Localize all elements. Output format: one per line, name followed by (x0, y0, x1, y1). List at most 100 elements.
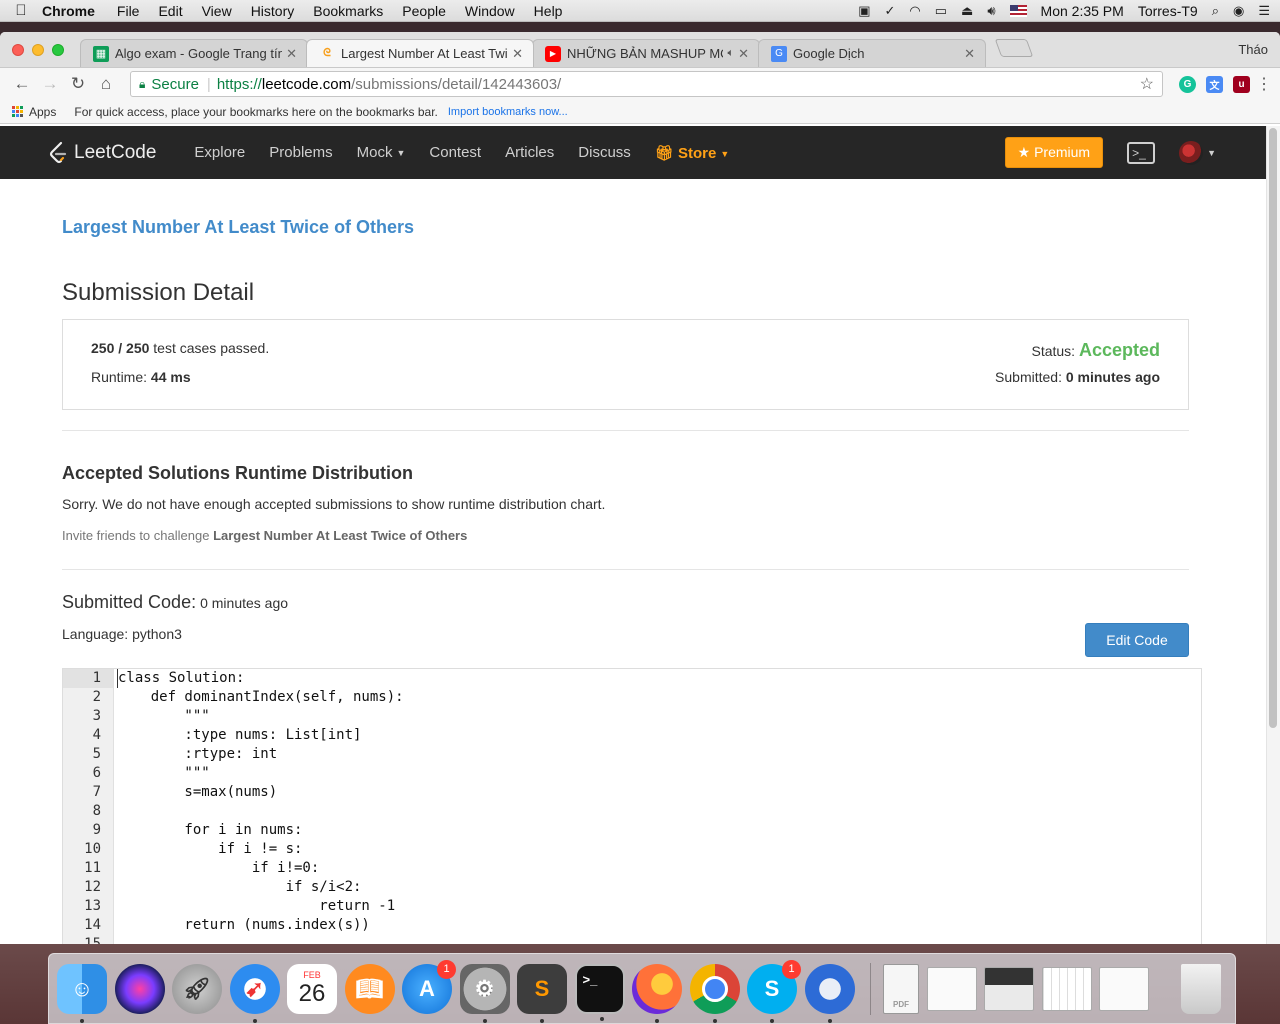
trash-icon[interactable] (1180, 963, 1221, 1014)
new-tab-button[interactable] (994, 39, 1034, 57)
airplay-icon[interactable]: ▭ (935, 3, 947, 19)
close-tab-icon[interactable]: ✕ (738, 46, 749, 62)
code-line[interactable]: """ (117, 707, 1201, 726)
nav-mock[interactable]: Mock ▼ (357, 144, 406, 161)
code-line[interactable]: :rtype: int (117, 745, 1201, 764)
siri-app-icon[interactable] (114, 963, 165, 1014)
code-line[interactable]: if s/i<2: (117, 878, 1201, 897)
menu-history[interactable]: History (251, 3, 295, 19)
skype-icon[interactable]: S1 (747, 959, 801, 1023)
apple-menu-icon[interactable]:  (0, 2, 42, 19)
scrollbar-thumb[interactable] (1269, 128, 1277, 728)
check-circle-icon[interactable]: ✓ (885, 3, 896, 19)
chrome-icon[interactable] (689, 963, 740, 1023)
menu-view[interactable]: View (202, 3, 232, 19)
menu-bookmarks[interactable]: Bookmarks (313, 3, 383, 19)
menu-file[interactable]: File (117, 3, 140, 19)
ibooks-icon[interactable]: 📖︎ (344, 963, 395, 1014)
lock-icon[interactable]: 🔒︎ (139, 77, 145, 92)
minimized-window-thumbnail[interactable] (1041, 966, 1092, 1011)
playground-terminal-icon[interactable]: >_ (1127, 141, 1156, 164)
bookmark-star-icon[interactable]: ☆ (1140, 74, 1154, 94)
menu-edit[interactable]: Edit (158, 3, 182, 19)
sublime-text-icon[interactable]: S (517, 963, 567, 1023)
code-line[interactable]: :type nums: List[int] (117, 726, 1201, 745)
apps-grid-icon[interactable] (12, 106, 23, 117)
invite-problem-link[interactable]: Largest Number At Least Twice of Others (213, 528, 467, 543)
app-store-icon[interactable]: A1 (402, 959, 456, 1014)
audio-playing-icon[interactable]: 🔈︎ (727, 47, 734, 60)
code-line[interactable]: def dominantIndex(self, nums): (117, 688, 1201, 707)
code-line[interactable]: class Solution: (117, 669, 1201, 688)
tab-youtube-mashup[interactable]: ▶ NHỮNG BẢN MASHUP MỚI 🔈︎ ✕ (532, 39, 760, 67)
close-tab-icon[interactable]: ✕ (964, 46, 975, 62)
tab-leetcode[interactable]: ᘓ Largest Number At Least Twice ✕ (306, 39, 534, 67)
docker-icon[interactable]: ▣ (858, 3, 870, 19)
code-line[interactable]: return (nums.index(s)) (117, 916, 1201, 935)
close-tab-icon[interactable]: ✕ (286, 46, 297, 62)
reload-icon[interactable]: ↻ (64, 74, 92, 94)
thunderbird-icon[interactable] (804, 963, 855, 1023)
home-icon[interactable]: ⌂ (92, 74, 120, 94)
user-menu[interactable]: ▼ (1179, 140, 1216, 165)
launchpad-icon[interactable]: 🚀︎ (172, 963, 222, 1014)
app-menu[interactable]: Chrome (42, 3, 95, 19)
menu-help[interactable]: Help (534, 3, 563, 19)
pdf-document-icon[interactable]: PDF (883, 963, 919, 1014)
ublock-extension-icon[interactable]: u (1233, 75, 1250, 93)
status-accepted-link[interactable]: Accepted (1079, 340, 1160, 360)
menu-people[interactable]: People (402, 3, 446, 19)
zoom-window-button[interactable] (52, 44, 64, 56)
finder-icon[interactable]: ☺ (57, 963, 107, 1023)
code-line[interactable]: if i != s: (117, 840, 1201, 859)
eject-icon[interactable]: ⏏ (961, 3, 973, 19)
code-line[interactable] (117, 802, 1201, 821)
code-lines[interactable]: class Solution: def dominantIndex(self, … (114, 669, 1201, 944)
menu-window[interactable]: Window (465, 3, 515, 19)
input-source-flag-icon[interactable] (1009, 4, 1027, 17)
terminal-icon[interactable]: >_ (574, 963, 625, 1021)
close-window-button[interactable] (12, 44, 24, 56)
safari-icon[interactable]: ➹ (229, 963, 280, 1023)
code-line[interactable]: if i!=0: (117, 859, 1201, 878)
nav-contest[interactable]: Contest (429, 144, 481, 161)
code-viewer[interactable]: 1 2 3 4 5 6 7 8 9 10 11 12 13 14 15 class Solution: de… (62, 668, 1202, 944)
tab-algo-exam[interactable]: ▦ Algo exam - Google Trang tính ✕ (80, 39, 308, 67)
apps-shortcut[interactable]: Apps (29, 105, 56, 119)
minimized-window-thumbnail[interactable] (926, 966, 977, 1011)
import-bookmarks-link[interactable]: Import bookmarks now... (448, 106, 568, 118)
volume-icon[interactable]: 🔊︎ (987, 3, 995, 19)
leetcode-logo[interactable]: LeetCode (48, 141, 156, 165)
code-line[interactable]: """ (117, 764, 1201, 783)
notification-center-icon[interactable]: ☰ (1258, 3, 1270, 19)
profile-button[interactable]: Tháo (1238, 42, 1268, 57)
wifi-icon[interactable]: ◠ (909, 3, 920, 19)
siri-icon[interactable]: ◉ (1233, 3, 1244, 19)
system-preferences-icon[interactable]: ⚙ (459, 963, 510, 1023)
translate-extension-icon[interactable]: 文 (1206, 75, 1223, 93)
nav-articles[interactable]: Articles (505, 144, 554, 161)
minimized-window-thumbnail[interactable] (984, 966, 1034, 1011)
problem-title-link[interactable]: Largest Number At Least Twice of Others (62, 217, 1189, 238)
grammarly-extension-icon[interactable]: G (1179, 75, 1196, 93)
forward-arrow-icon[interactable]: → (36, 74, 64, 94)
minimized-window-thumbnail[interactable] (1099, 966, 1149, 1011)
code-line[interactable]: s=max(nums) (117, 783, 1201, 802)
user-name[interactable]: Torres-T9 (1138, 3, 1198, 19)
code-line[interactable]: return -1 (117, 897, 1201, 916)
calendar-icon[interactable]: FEB 26 (287, 963, 337, 1014)
nav-store[interactable]: 🎁︎ Store ▼ (655, 144, 729, 162)
chrome-menu-icon[interactable]: ⋮ (1256, 74, 1272, 94)
spotlight-search-icon[interactable]: ⌕ (1212, 3, 1219, 19)
back-arrow-icon[interactable]: ← (8, 74, 36, 94)
edit-code-button[interactable]: Edit Code (1085, 623, 1189, 657)
page-scrollbar[interactable] (1266, 126, 1280, 944)
close-tab-icon[interactable]: ✕ (512, 46, 523, 62)
code-line[interactable]: for i in nums: (117, 821, 1201, 840)
clock[interactable]: Mon 2:35 PM (1041, 3, 1124, 19)
address-bar[interactable]: 🔒︎ Secure | https:// leetcode.com /submi… (130, 71, 1163, 97)
tab-google-translate[interactable]: G Google Dịch ✕ (758, 39, 986, 67)
code-line[interactable] (117, 935, 1201, 944)
nav-explore[interactable]: Explore (194, 144, 245, 161)
firefox-icon[interactable] (632, 963, 682, 1023)
